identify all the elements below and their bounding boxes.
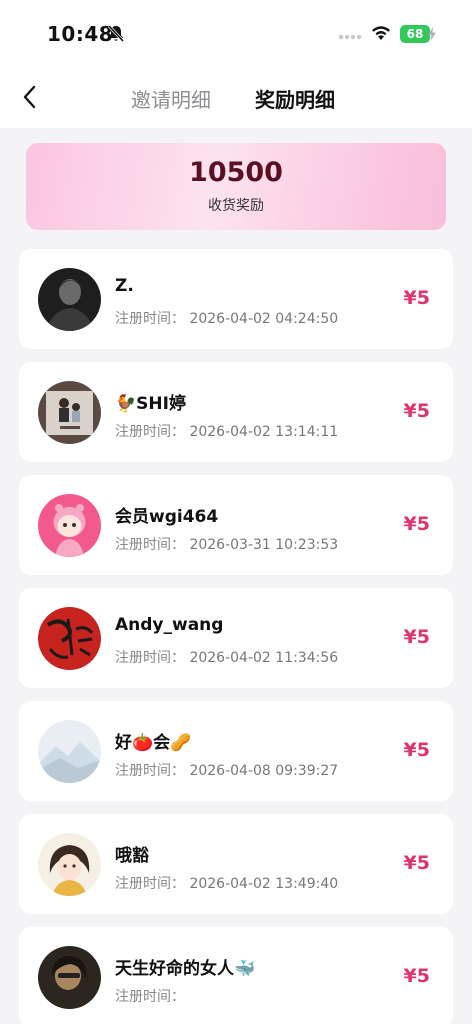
registration-time-label: 注册时间： (115, 537, 185, 553)
avatar (38, 268, 101, 331)
wifi-icon (372, 26, 390, 40)
registration-time-label: 注册时间： (115, 311, 185, 327)
user-name: Z. (115, 276, 134, 296)
registration-time: 注册时间： 2026-04-02 04:24:50 (115, 308, 338, 328)
avatar (38, 607, 101, 670)
chevron-left-icon (23, 85, 36, 109)
user-name: 好🍅会🥜 (115, 733, 192, 753)
battery-indicator: 68 (400, 25, 430, 43)
avatar-calligraphy-icon (38, 607, 101, 670)
registration-time-value: 2026-04-02 13:14:11 (189, 424, 339, 440)
registration-time-value: 2026-03-31 10:23:53 (189, 537, 339, 553)
user-name: 哦豁 (115, 846, 149, 866)
registration-time-value: 2026-04-02 13:49:40 (189, 876, 339, 892)
user-name: 天生好命的女人🐳 (115, 959, 256, 979)
avatar (38, 494, 101, 557)
avatar (38, 720, 101, 783)
registration-time-value: 2026-04-02 11:34:56 (189, 650, 339, 666)
cellular-signal-icon (338, 34, 362, 40)
reward-summary-card: 10500 收货奖励 (26, 143, 446, 230)
reward-detail-page: 10:48 68 邀请明细 奖励明细 10500 收货奖励 Z. 注册时间： 2… (0, 0, 472, 1024)
avatar-illustrated-girl-icon (38, 833, 101, 896)
status-bar: 10:48 68 (0, 0, 472, 66)
avatar-landscape-placeholder-icon (38, 720, 101, 783)
registration-time: 注册时间： 2026-03-31 10:23:53 (115, 534, 338, 554)
registration-time-label: 注册时间： (115, 763, 185, 779)
registration-time-label: 注册时间： (115, 424, 185, 440)
reward-list-item[interactable]: 会员wgi464 注册时间： 2026-03-31 10:23:53 ¥5 (19, 475, 453, 575)
registration-time-label: 注册时间： (115, 876, 185, 892)
summary-label: 收货奖励 (208, 198, 264, 214)
registration-time: 注册时间： 2026-04-02 11:34:56 (115, 647, 338, 667)
user-name: 🐓SHI婷 (115, 394, 186, 414)
nav-header: 邀请明细 奖励明细 (0, 66, 472, 128)
registration-time: 注册时间： 2026-04-02 13:49:40 (115, 873, 338, 893)
registration-time-label: 注册时间： (115, 989, 185, 1005)
avatar-photo-icon (38, 381, 101, 444)
reward-list-item[interactable]: 哦豁 注册时间： 2026-04-02 13:49:40 ¥5 (19, 814, 453, 914)
reward-list-item[interactable]: Z. 注册时间： 2026-04-02 04:24:50 ¥5 (19, 249, 453, 349)
back-button[interactable] (14, 80, 44, 114)
registration-time: 注册时间： (115, 986, 185, 1006)
reward-amount: ¥5 (403, 400, 430, 422)
registration-time-label: 注册时间： (115, 650, 185, 666)
tab-invite-details[interactable]: 邀请明细 (131, 84, 211, 113)
reward-amount: ¥5 (403, 965, 430, 987)
reward-amount: ¥5 (403, 739, 430, 761)
reward-list-item[interactable]: 天生好命的女人🐳 注册时间： ¥5 (19, 927, 453, 1024)
registration-time: 注册时间： 2026-04-08 09:39:27 (115, 760, 338, 780)
avatar-cartoon-girl-icon (38, 494, 101, 557)
avatar-photo-icon (38, 946, 101, 1009)
registration-time: 注册时间： 2026-04-02 13:14:11 (115, 421, 338, 441)
reward-amount: ¥5 (403, 513, 430, 535)
charging-bolt-icon (428, 27, 436, 41)
reward-amount: ¥5 (403, 626, 430, 648)
reward-amount: ¥5 (403, 287, 430, 309)
user-name: Andy_wang (115, 615, 224, 635)
status-time: 10:48 (47, 22, 114, 46)
reward-list-item[interactable]: 好🍅会🥜 注册时间： 2026-04-08 09:39:27 ¥5 (19, 701, 453, 801)
avatar (38, 946, 101, 1009)
user-name: 会员wgi464 (115, 507, 219, 527)
avatar (38, 833, 101, 896)
summary-total-value: 10500 (189, 157, 283, 188)
registration-time-value: 2026-04-08 09:39:27 (189, 763, 339, 779)
bell-muted-icon (107, 24, 125, 43)
avatar (38, 381, 101, 444)
tab-reward-details[interactable]: 奖励明细 (255, 84, 335, 113)
reward-list-item[interactable]: 🐓SHI婷 注册时间： 2026-04-02 13:14:11 ¥5 (19, 362, 453, 462)
reward-amount: ¥5 (403, 852, 430, 874)
registration-time-value: 2026-04-02 04:24:50 (189, 311, 339, 327)
reward-list-item[interactable]: Andy_wang 注册时间： 2026-04-02 11:34:56 ¥5 (19, 588, 453, 688)
avatar-photo-icon (38, 268, 101, 331)
